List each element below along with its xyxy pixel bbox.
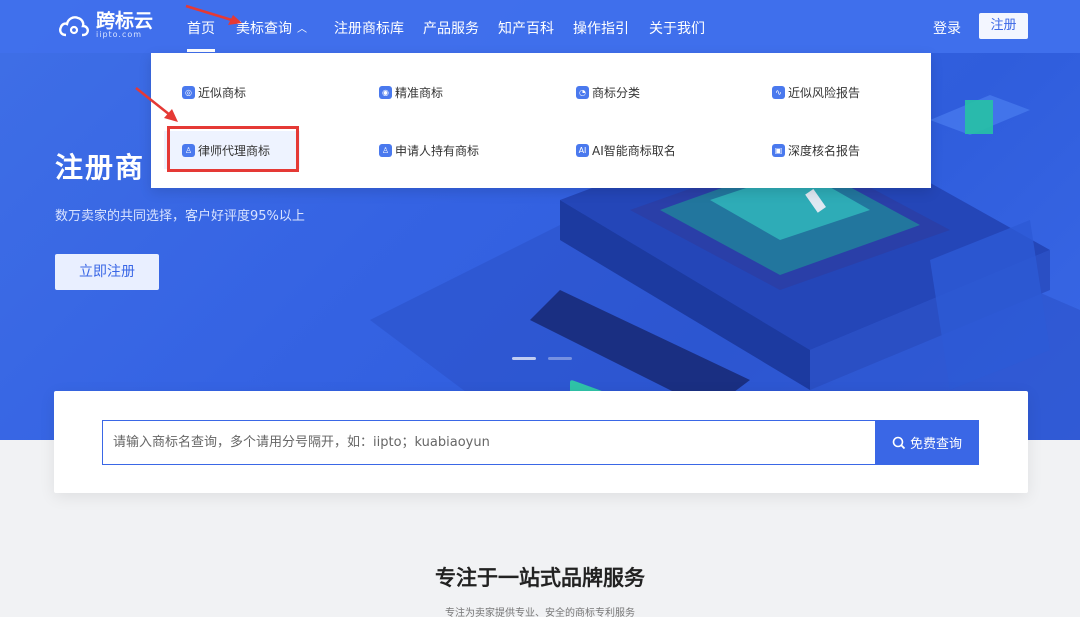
menu-item-lawyer-agent[interactable]: ♙ 律师代理商标 [164, 131, 301, 169]
menu-item-label: 近似商标 [198, 85, 247, 100]
menu-item-similar[interactable]: ◎ 近似商标 [182, 82, 246, 102]
carousel-dots [512, 357, 572, 360]
logo-name: 跨标云 [96, 10, 154, 32]
nav-registered-library[interactable]: 注册商标库 [334, 18, 404, 38]
ai-icon: AI [576, 143, 589, 157]
search-panel: 免费查询 [54, 391, 1028, 493]
login-link[interactable]: 登录 [933, 18, 961, 38]
menu-item-ai-naming[interactable]: AI AI智能商标取名 [576, 140, 676, 160]
nav-trademark-search[interactable]: 美标查询 ︿ [236, 18, 307, 38]
menu-item-classification[interactable]: ◔ 商标分类 [576, 82, 640, 102]
menu-item-label: 精准商标 [395, 85, 444, 100]
chart-icon: ∿ [772, 85, 785, 99]
free-search-button[interactable]: 免费查询 [875, 420, 979, 465]
search-input[interactable] [102, 420, 875, 465]
nav-ip-wiki[interactable]: 知产百科 [498, 18, 554, 38]
user-icon: ♙ [379, 143, 392, 157]
hero-title: 注册商 [55, 151, 146, 184]
menu-item-label: AI智能商标取名 [592, 143, 676, 158]
person-icon: ♙ [182, 143, 195, 157]
section-subtitle: 专注为卖家提供专业、安全的商标专利服务 [445, 608, 635, 617]
search-icon [892, 436, 906, 449]
logo[interactable]: 跨标云 iipto.com [58, 12, 153, 39]
nav-trademark-search-label: 美标查询 [236, 21, 292, 37]
top-navbar: 跨标云 iipto.com 首页 美标查询 ︿ 注册商标库 产品服务 知产百科 操… [0, 0, 1080, 53]
chevron-up-icon: ︿ [297, 24, 307, 35]
magnify-icon: ◎ [182, 85, 195, 99]
nav-products[interactable]: 产品服务 [423, 18, 479, 38]
section-title: 专注于一站式品牌服务 [435, 566, 645, 590]
nav-about[interactable]: 关于我们 [649, 18, 705, 38]
pie-icon: ◔ [576, 85, 589, 99]
menu-item-exact[interactable]: ◉ 精准商标 [379, 82, 443, 102]
menu-item-label: 申请人持有商标 [395, 143, 480, 158]
menu-item-label: 律师代理商标 [198, 143, 271, 158]
menu-item-label: 深度核名报告 [788, 143, 861, 158]
cloud-logo-icon [59, 15, 89, 36]
carousel-dot[interactable] [512, 357, 536, 360]
menu-item-label: 商标分类 [592, 85, 641, 100]
menu-item-deep-check[interactable]: ▣ 深度核名报告 [772, 140, 860, 160]
scan-icon: ▣ [772, 143, 785, 157]
hero-subtitle: 数万卖家的共同选择，客户好评度95%以上 [55, 209, 305, 224]
target-icon: ◉ [379, 85, 392, 99]
register-button[interactable]: 注册 [979, 13, 1028, 39]
menu-item-applicant[interactable]: ♙ 申请人持有商标 [379, 140, 479, 160]
search-button-label: 免费查询 [909, 437, 962, 452]
register-now-button[interactable]: 立即注册 [55, 254, 159, 290]
nav-guide[interactable]: 操作指引 [573, 18, 629, 38]
menu-item-risk-report[interactable]: ∿ 近似风险报告 [772, 82, 860, 102]
menu-item-label: 近似风险报告 [788, 85, 861, 100]
trademark-search-dropdown: ◎ 近似商标 ◉ 精准商标 ◔ 商标分类 ∿ 近似风险报告 ♙ 律师代理商标 ♙… [151, 53, 931, 188]
carousel-dot[interactable] [548, 357, 572, 360]
nav-home[interactable]: 首页 [187, 18, 215, 52]
